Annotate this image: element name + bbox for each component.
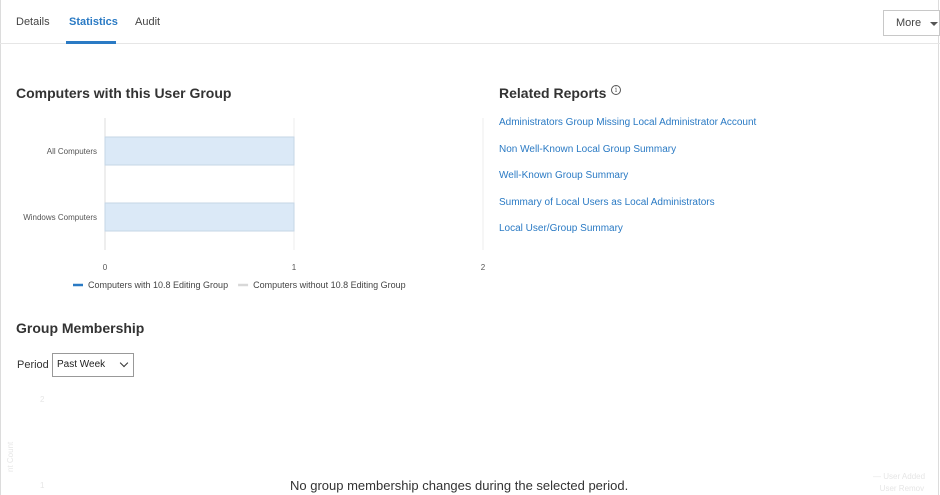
empty-state-message: No group membership changes during the s… — [290, 478, 629, 493]
faint-legend-user-removed: User Remov — [879, 484, 925, 493]
group-membership-title: Group Membership — [16, 320, 145, 336]
more-button[interactable]: More — [883, 10, 940, 36]
tab-audit[interactable]: Audit — [135, 16, 160, 28]
chevron-down-icon — [119, 358, 129, 368]
period-select[interactable]: Past Week — [52, 353, 134, 377]
report-link-local-user-group[interactable]: Local User/Group Summary — [499, 223, 623, 234]
caret-down-icon — [930, 22, 938, 26]
faint-y-tick-2: 2 — [40, 395, 45, 404]
bar — [104, 202, 295, 232]
period-select-value: Past Week — [57, 359, 106, 370]
report-link-well-known[interactable]: Well-Known Group Summary — [499, 170, 628, 181]
active-tab-indicator — [66, 41, 116, 44]
report-link-local-users-admins[interactable]: Summary of Local Users as Local Administ… — [499, 197, 715, 208]
x-tick-label: 2 — [481, 263, 486, 272]
related-reports-title: Related Reports — [499, 85, 607, 101]
computers-bar-chart: All Computers Windows Computers 0 1 2 Compute… — [23, 118, 486, 290]
legend-label: Computers without 10.8 Editing Group — [253, 280, 406, 290]
report-link-non-well-known[interactable]: Non Well-Known Local Group Summary — [499, 144, 676, 155]
y-tick-label: All Computers — [47, 147, 97, 156]
tab-bar: Details Statistics Audit More — [0, 0, 940, 44]
faint-y-tick-1: 1 — [40, 481, 45, 490]
y-tick-label: Windows Computers — [23, 213, 97, 222]
info-icon[interactable]: i — [611, 85, 621, 95]
faint-y-axis-label: nt Count — [6, 441, 15, 472]
tab-details[interactable]: Details — [16, 16, 50, 28]
tab-statistics[interactable]: Statistics — [69, 16, 118, 28]
computers-section-title: Computers with this User Group — [16, 85, 232, 101]
bar — [104, 136, 295, 166]
x-tick-label: 0 — [103, 263, 108, 272]
report-link-admin-missing[interactable]: Administrators Group Missing Local Admin… — [499, 117, 756, 128]
period-label: Period — [17, 359, 49, 371]
x-tick-label: 1 — [292, 263, 297, 272]
legend-label: Computers with 10.8 Editing Group — [88, 280, 228, 290]
faint-legend-user-added: — User Added — [873, 472, 926, 481]
more-button-label: More — [896, 17, 922, 29]
